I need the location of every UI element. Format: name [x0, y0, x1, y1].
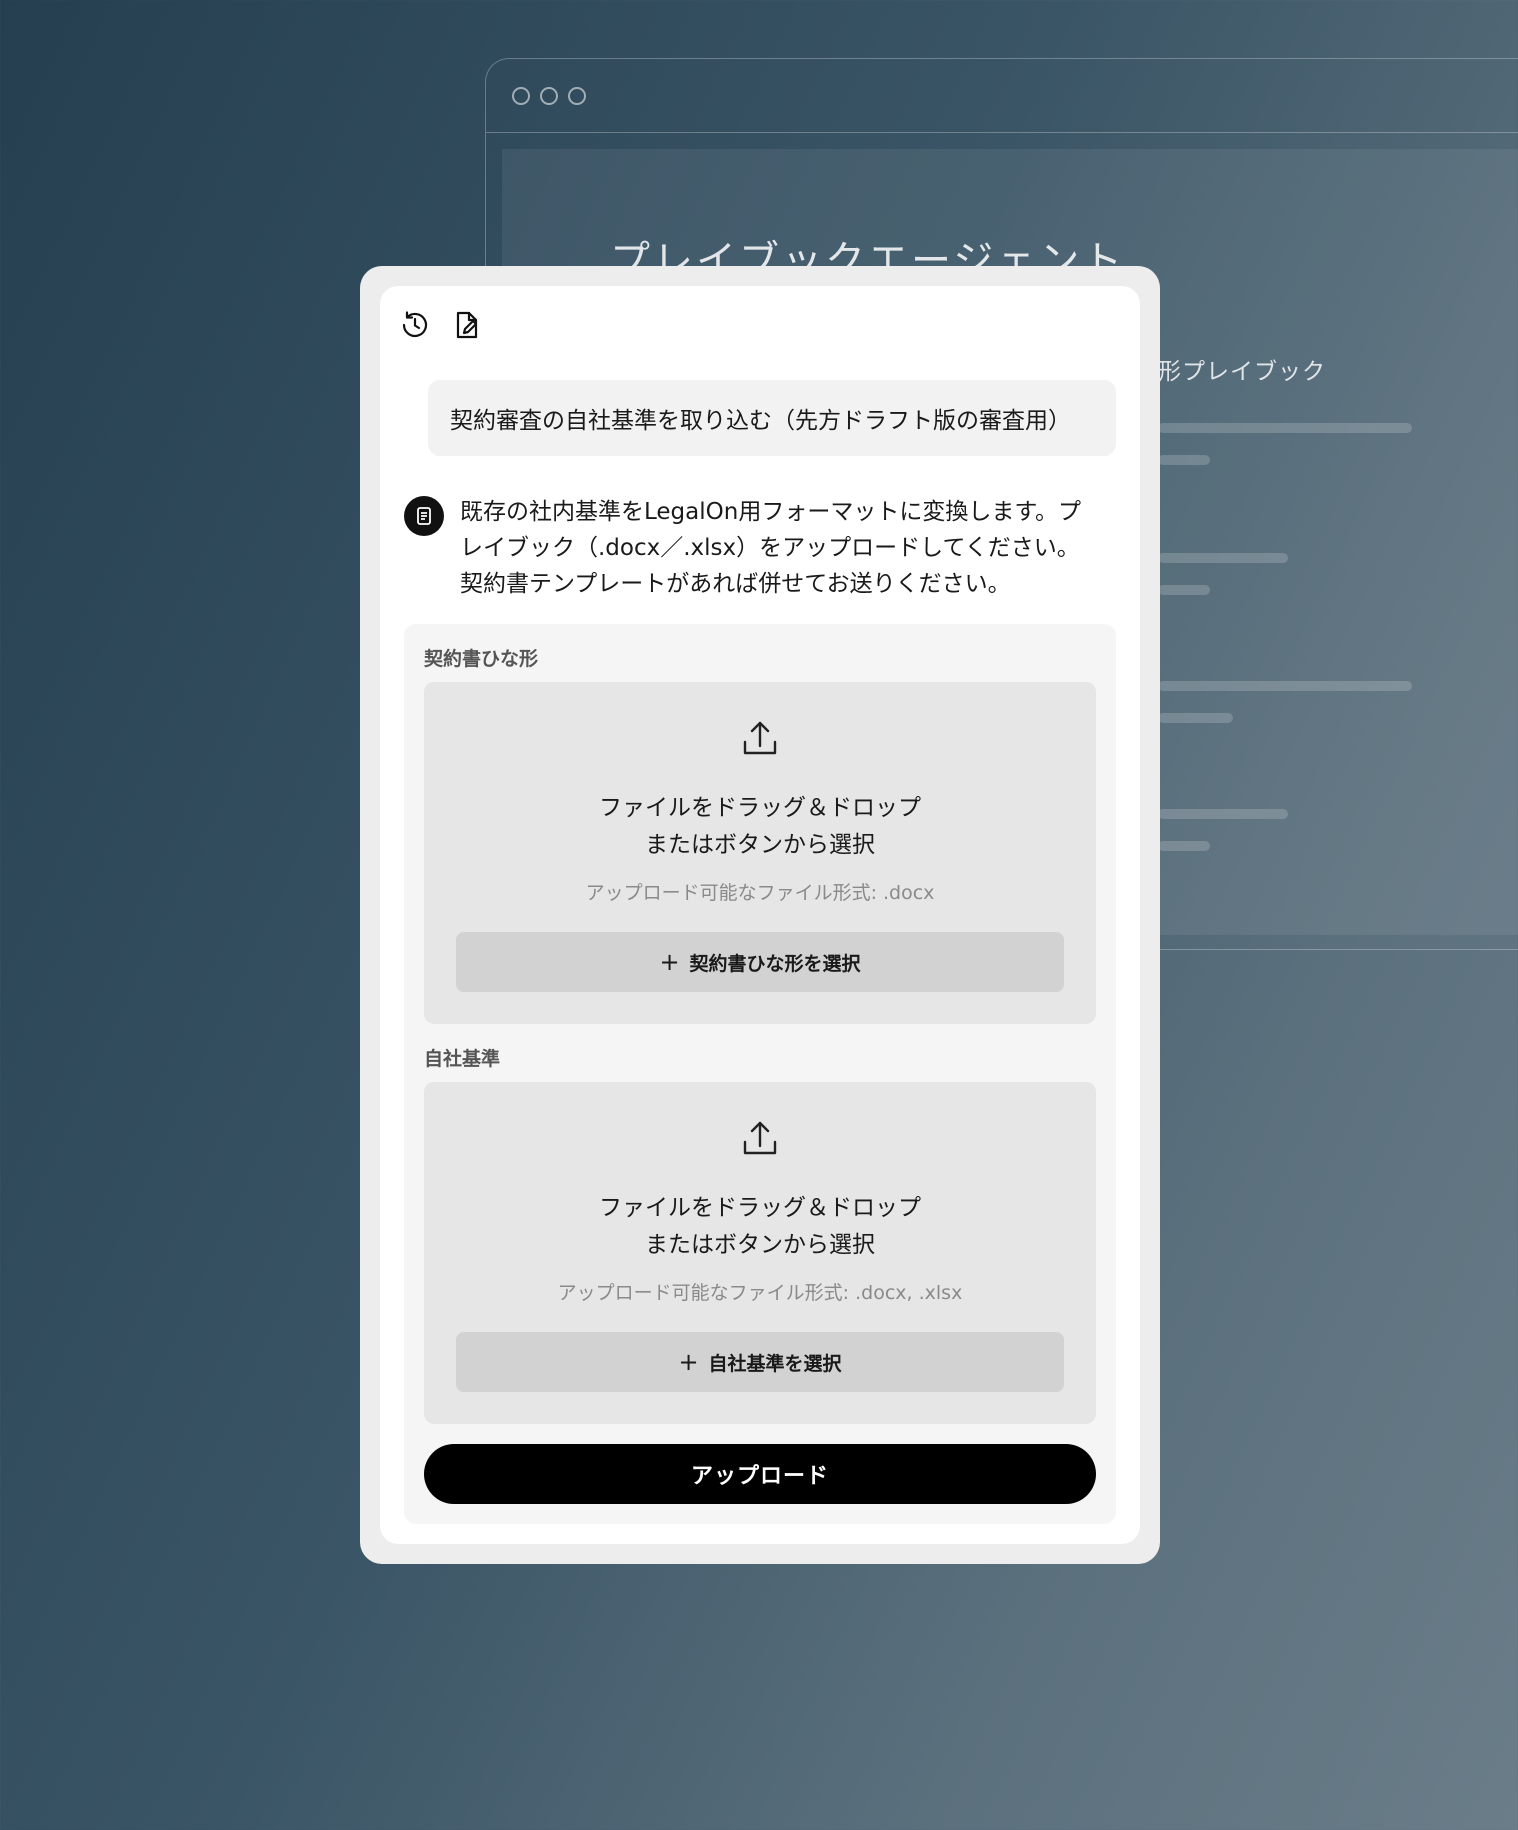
edit-document-icon[interactable]	[450, 308, 484, 342]
agent-panel-inner: 契約審査の自社基準を取り込む（先方ドラフト版の審査用） 既存の社内基準をLega…	[380, 286, 1140, 1544]
window-dot-icon	[568, 87, 586, 105]
agent-message: 既存の社内基準をLegalOn用フォーマットに変換します。プ レイブック（.do…	[460, 494, 1120, 602]
section-label-template: 契約書ひな形	[424, 648, 539, 670]
upload-icon	[743, 1121, 777, 1155]
accepted-formats: アップロード可能なファイル形式: .docx	[585, 882, 935, 904]
background-placeholder-line	[1158, 809, 1288, 819]
agent-message-line: 契約書テンプレートがあれば併せてお送りください。	[460, 571, 1011, 597]
select-template-label: 契約書ひな形を選択	[689, 952, 861, 975]
select-standards-button[interactable]: + 自社基準を選択	[456, 1332, 1064, 1392]
plus-icon: +	[678, 1348, 699, 1376]
plus-icon: +	[659, 948, 680, 976]
drop-zone-instructions: ファイルをドラッグ＆ドロップ またはボタンから選択	[424, 790, 1096, 864]
select-template-button[interactable]: + 契約書ひな形を選択	[456, 932, 1064, 992]
agent-panel: 契約審査の自社基準を取り込む（先方ドラフト版の審査用） 既存の社内基準をLega…	[360, 266, 1160, 1564]
background-placeholder-line	[1158, 423, 1412, 433]
background-placeholder-line	[1158, 553, 1288, 563]
user-message: 契約審査の自社基準を取り込む（先方ドラフト版の審査用）	[428, 380, 1116, 456]
window-dot-icon	[540, 87, 558, 105]
window-dot-icon	[512, 87, 530, 105]
upload-icon	[743, 721, 777, 755]
background-titlebar	[486, 59, 1518, 133]
agent-message-line: レイブック（.docx／.xlsx）をアップロードしてください。	[460, 535, 1080, 561]
agent-avatar	[404, 496, 444, 536]
drop-text-line: ファイルをドラッグ＆ドロップ	[599, 1195, 921, 1221]
drop-text-line: ファイルをドラッグ＆ドロップ	[599, 795, 921, 821]
section-label-standards: 自社基準	[424, 1048, 501, 1070]
upload-submit-button[interactable]: アップロード	[424, 1444, 1096, 1504]
agent-message-line: 既存の社内基準をLegalOn用フォーマットに変換します。プ	[460, 499, 1082, 525]
drop-zone-template[interactable]: ファイルをドラッグ＆ドロップ またはボタンから選択 アップロード可能なファイル形…	[424, 682, 1096, 1024]
upload-form: 契約書ひな形 ファイルをドラッグ＆ドロップ またはボタンから選択 アップロード可…	[404, 624, 1116, 1524]
drop-zone-standards[interactable]: ファイルをドラッグ＆ドロップ またはボタンから選択 アップロード可能なファイル形…	[424, 1082, 1096, 1424]
drop-text-line: またはボタンから選択	[645, 832, 875, 858]
background-placeholder-line	[1158, 681, 1412, 691]
drop-zone-instructions: ファイルをドラッグ＆ドロップ またはボタンから選択	[424, 1190, 1096, 1264]
drop-text-line: またはボタンから選択	[645, 1232, 875, 1258]
background-placeholder-line	[1158, 455, 1210, 465]
accepted-formats: アップロード可能なファイル形式: .docx, .xlsx	[557, 1282, 963, 1304]
history-icon[interactable]	[398, 308, 432, 342]
background-subtitle: 形プレイブック	[1158, 359, 1326, 385]
select-standards-label: 自社基準を選択	[708, 1352, 842, 1375]
background-placeholder-line	[1158, 585, 1210, 595]
background-placeholder-line	[1158, 713, 1233, 723]
background-placeholder-line	[1158, 841, 1210, 851]
